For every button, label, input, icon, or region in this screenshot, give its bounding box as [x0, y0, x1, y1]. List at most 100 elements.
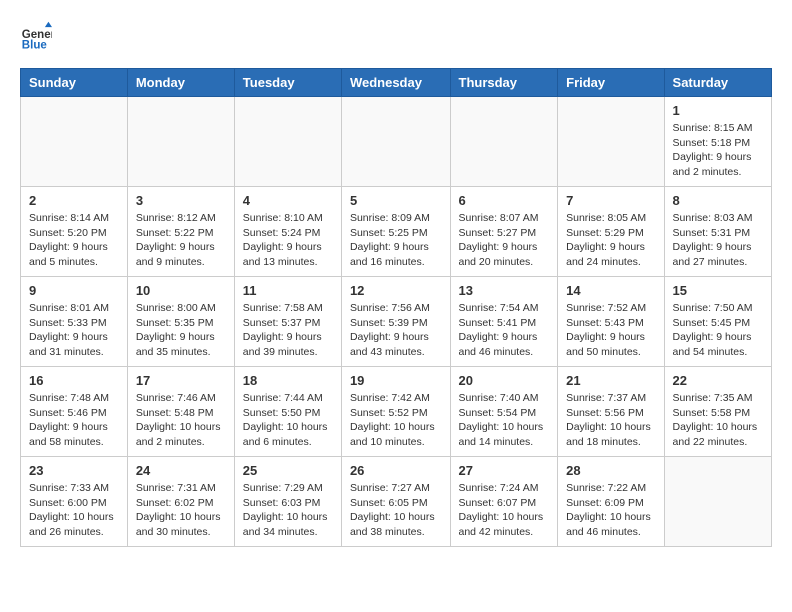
calendar-header-row: SundayMondayTuesdayWednesdayThursdayFrid… [21, 69, 772, 97]
calendar-cell: 24 Sunrise: 7:31 AM Sunset: 6:02 PM Dayli… [127, 457, 234, 547]
calendar-cell: 6 Sunrise: 8:07 AM Sunset: 5:27 PM Daylig… [450, 187, 558, 277]
calendar-cell: 28 Sunrise: 7:22 AM Sunset: 6:09 PM Dayli… [558, 457, 664, 547]
page-header: General Blue [20, 20, 772, 52]
day-info: Sunrise: 8:00 AM Sunset: 5:35 PM Dayligh… [136, 301, 226, 360]
day-number: 11 [243, 283, 333, 298]
calendar-week-1: 1Sunrise: 8:15 AM Sunset: 5:18 PM Daylig… [21, 97, 772, 187]
day-info: Sunrise: 7:54 AM Sunset: 5:41 PM Dayligh… [459, 301, 550, 360]
calendar-cell: 18Sunrise: 7:44 AM Sunset: 5:50 PM Dayli… [234, 367, 341, 457]
calendar-cell: 13 Sunrise: 7:54 AM Sunset: 5:41 PM Dayli… [450, 277, 558, 367]
calendar-header-monday: Monday [127, 69, 234, 97]
day-info: Sunrise: 8:05 AM Sunset: 5:29 PM Dayligh… [566, 211, 655, 270]
calendar-cell: 17 Sunrise: 7:46 AM Sunset: 5:48 PM Dayli… [127, 367, 234, 457]
day-info: Sunrise: 8:14 AM Sunset: 5:20 PM Dayligh… [29, 211, 119, 270]
calendar-cell: 14Sunrise: 7:52 AM Sunset: 5:43 PM Dayli… [558, 277, 664, 367]
day-info: Sunrise: 7:29 AM Sunset: 6:03 PM Dayligh… [243, 481, 333, 540]
day-number: 5 [350, 193, 442, 208]
day-info: Sunrise: 8:12 AM Sunset: 5:22 PM Dayligh… [136, 211, 226, 270]
svg-text:Blue: Blue [22, 39, 48, 51]
calendar-cell: 7 Sunrise: 8:05 AM Sunset: 5:29 PM Daylig… [558, 187, 664, 277]
calendar-cell: 25 Sunrise: 7:29 AM Sunset: 6:03 PM Dayli… [234, 457, 341, 547]
day-info: Sunrise: 8:09 AM Sunset: 5:25 PM Dayligh… [350, 211, 442, 270]
calendar-cell: 20 Sunrise: 7:40 AM Sunset: 5:54 PM Dayli… [450, 367, 558, 457]
calendar-week-2: 2 Sunrise: 8:14 AM Sunset: 5:20 PM Daylig… [21, 187, 772, 277]
day-info: Sunrise: 7:46 AM Sunset: 5:48 PM Dayligh… [136, 391, 226, 450]
calendar-cell: 5 Sunrise: 8:09 AM Sunset: 5:25 PM Daylig… [341, 187, 450, 277]
calendar-week-5: 23 Sunrise: 7:33 AM Sunset: 6:00 PM Dayli… [21, 457, 772, 547]
day-number: 4 [243, 193, 333, 208]
calendar-cell [664, 457, 771, 547]
day-info: Sunrise: 7:33 AM Sunset: 6:00 PM Dayligh… [29, 481, 119, 540]
calendar-table: SundayMondayTuesdayWednesdayThursdayFrid… [20, 68, 772, 547]
day-number: 26 [350, 463, 442, 478]
day-number: 22 [673, 373, 763, 388]
calendar-cell: 21 Sunrise: 7:37 AM Sunset: 5:56 PM Dayli… [558, 367, 664, 457]
calendar-cell: 3 Sunrise: 8:12 AM Sunset: 5:22 PM Daylig… [127, 187, 234, 277]
calendar-cell: 11Sunrise: 7:58 AM Sunset: 5:37 PM Dayli… [234, 277, 341, 367]
calendar-header-sunday: Sunday [21, 69, 128, 97]
calendar-cell: 22 Sunrise: 7:35 AM Sunset: 5:58 PM Dayli… [664, 367, 771, 457]
day-info: Sunrise: 7:31 AM Sunset: 6:02 PM Dayligh… [136, 481, 226, 540]
day-number: 20 [459, 373, 550, 388]
day-number: 28 [566, 463, 655, 478]
calendar-cell: 9 Sunrise: 8:01 AM Sunset: 5:33 PM Daylig… [21, 277, 128, 367]
calendar-cell: 10 Sunrise: 8:00 AM Sunset: 5:35 PM Dayli… [127, 277, 234, 367]
day-info: Sunrise: 8:07 AM Sunset: 5:27 PM Dayligh… [459, 211, 550, 270]
calendar-cell [21, 97, 128, 187]
day-number: 14 [566, 283, 655, 298]
day-number: 1 [673, 103, 763, 118]
calendar-cell [127, 97, 234, 187]
calendar-cell: 27 Sunrise: 7:24 AM Sunset: 6:07 PM Dayli… [450, 457, 558, 547]
calendar-cell: 16Sunrise: 7:48 AM Sunset: 5:46 PM Dayli… [21, 367, 128, 457]
calendar-cell: 4 Sunrise: 8:10 AM Sunset: 5:24 PM Daylig… [234, 187, 341, 277]
day-info: Sunrise: 8:10 AM Sunset: 5:24 PM Dayligh… [243, 211, 333, 270]
day-number: 27 [459, 463, 550, 478]
day-number: 7 [566, 193, 655, 208]
day-number: 23 [29, 463, 119, 478]
calendar-cell: 2 Sunrise: 8:14 AM Sunset: 5:20 PM Daylig… [21, 187, 128, 277]
day-info: Sunrise: 7:56 AM Sunset: 5:39 PM Dayligh… [350, 301, 442, 360]
logo-icon: General Blue [20, 20, 52, 52]
day-info: Sunrise: 7:44 AM Sunset: 5:50 PM Dayligh… [243, 391, 333, 450]
calendar-cell: 26Sunrise: 7:27 AM Sunset: 6:05 PM Dayli… [341, 457, 450, 547]
logo: General Blue [20, 20, 52, 52]
day-number: 3 [136, 193, 226, 208]
calendar-header-friday: Friday [558, 69, 664, 97]
calendar-cell: 8 Sunrise: 8:03 AM Sunset: 5:31 PM Daylig… [664, 187, 771, 277]
day-number: 8 [673, 193, 763, 208]
day-info: Sunrise: 7:35 AM Sunset: 5:58 PM Dayligh… [673, 391, 763, 450]
day-number: 2 [29, 193, 119, 208]
day-number: 19 [350, 373, 442, 388]
day-number: 17 [136, 373, 226, 388]
day-number: 24 [136, 463, 226, 478]
calendar-cell: 15 Sunrise: 7:50 AM Sunset: 5:45 PM Dayli… [664, 277, 771, 367]
calendar-cell: 12 Sunrise: 7:56 AM Sunset: 5:39 PM Dayli… [341, 277, 450, 367]
day-info: Sunrise: 7:24 AM Sunset: 6:07 PM Dayligh… [459, 481, 550, 540]
day-info: Sunrise: 7:37 AM Sunset: 5:56 PM Dayligh… [566, 391, 655, 450]
day-number: 16 [29, 373, 119, 388]
day-number: 6 [459, 193, 550, 208]
calendar-cell [450, 97, 558, 187]
calendar-header-wednesday: Wednesday [341, 69, 450, 97]
day-number: 15 [673, 283, 763, 298]
calendar-header-thursday: Thursday [450, 69, 558, 97]
day-number: 12 [350, 283, 442, 298]
day-info: Sunrise: 7:22 AM Sunset: 6:09 PM Dayligh… [566, 481, 655, 540]
calendar-cell: 23 Sunrise: 7:33 AM Sunset: 6:00 PM Dayli… [21, 457, 128, 547]
calendar-header-saturday: Saturday [664, 69, 771, 97]
calendar-cell: 1Sunrise: 8:15 AM Sunset: 5:18 PM Daylig… [664, 97, 771, 187]
calendar-week-3: 9 Sunrise: 8:01 AM Sunset: 5:33 PM Daylig… [21, 277, 772, 367]
calendar-cell [558, 97, 664, 187]
calendar-week-4: 16Sunrise: 7:48 AM Sunset: 5:46 PM Dayli… [21, 367, 772, 457]
calendar-header-tuesday: Tuesday [234, 69, 341, 97]
day-info: Sunrise: 8:03 AM Sunset: 5:31 PM Dayligh… [673, 211, 763, 270]
day-info: Sunrise: 7:50 AM Sunset: 5:45 PM Dayligh… [673, 301, 763, 360]
day-number: 25 [243, 463, 333, 478]
day-number: 21 [566, 373, 655, 388]
day-number: 9 [29, 283, 119, 298]
day-number: 13 [459, 283, 550, 298]
day-info: Sunrise: 7:40 AM Sunset: 5:54 PM Dayligh… [459, 391, 550, 450]
day-info: Sunrise: 8:01 AM Sunset: 5:33 PM Dayligh… [29, 301, 119, 360]
calendar-cell: 19Sunrise: 7:42 AM Sunset: 5:52 PM Dayli… [341, 367, 450, 457]
day-number: 10 [136, 283, 226, 298]
